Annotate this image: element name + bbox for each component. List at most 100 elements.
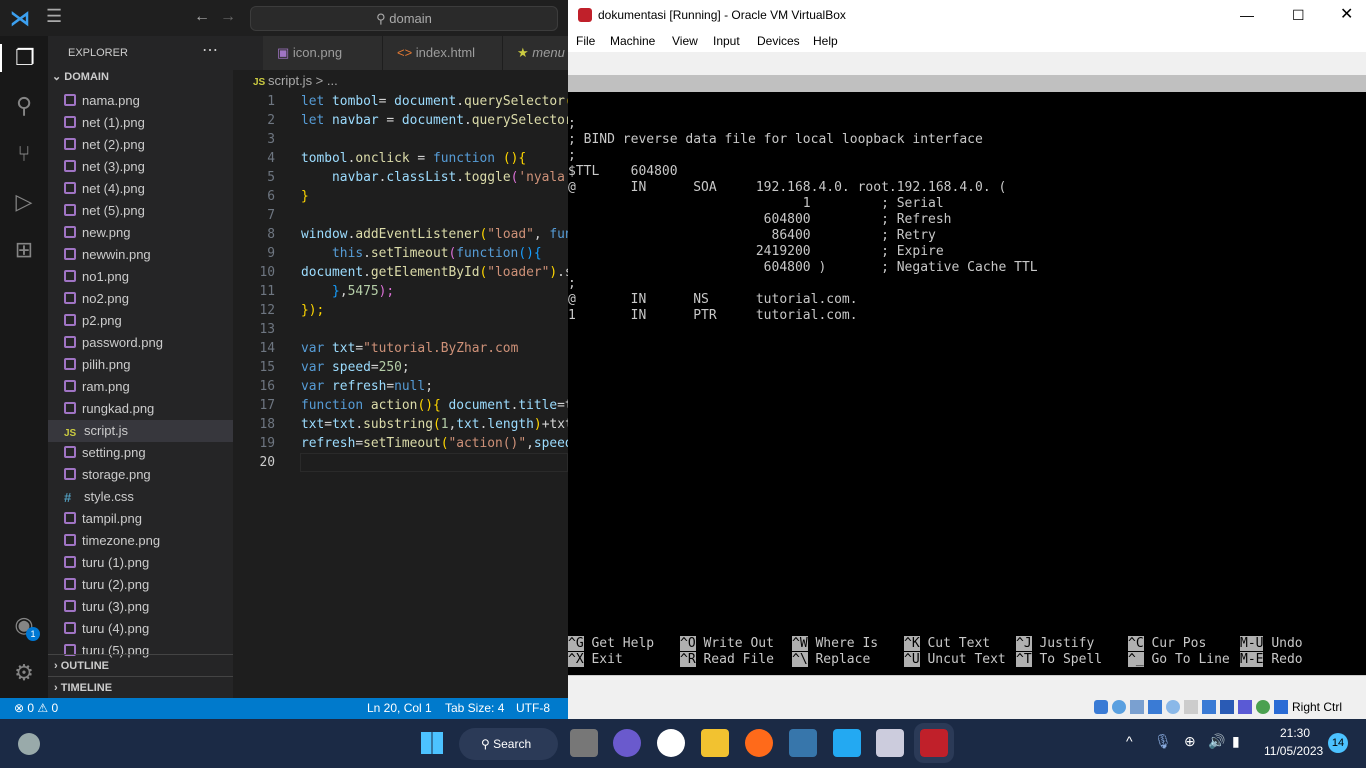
network-icon[interactable]: ⊕: [1184, 733, 1196, 750]
tab-icon-png[interactable]: ▣ icon.png: [263, 36, 383, 70]
encoding[interactable]: UTF-8: [516, 698, 550, 719]
maximize-button[interactable]: ☐: [1292, 0, 1305, 30]
nano-text-line[interactable]: ;: [568, 276, 576, 292]
code-line[interactable]: [301, 320, 568, 339]
menu-machine[interactable]: Machine: [610, 30, 655, 52]
clock-date[interactable]: 11/05/2023: [1264, 744, 1323, 758]
nano-text-line[interactable]: @ IN NS tutorial.com.: [568, 292, 858, 308]
clock-time[interactable]: 21:30: [1280, 726, 1310, 740]
file-item[interactable]: net (1).png: [48, 112, 233, 134]
menu-file[interactable]: File: [576, 30, 595, 52]
vscode-taskbar-icon[interactable]: [833, 729, 861, 757]
file-item[interactable]: JS script.js: [48, 420, 233, 442]
command-center-search[interactable]: ⚲ domain: [250, 6, 558, 31]
code-line[interactable]: [301, 206, 568, 225]
teams-chat-icon[interactable]: [613, 729, 641, 757]
file-item[interactable]: storage.png: [48, 464, 233, 486]
code-line[interactable]: this.setTimeout(function(){: [301, 244, 568, 263]
nano-text-line[interactable]: 604800 ) ; Negative Cache TTL: [568, 260, 1038, 276]
microphone-icon[interactable]: 🎙: [1154, 733, 1172, 750]
display-icon[interactable]: [1202, 700, 1216, 714]
code-line[interactable]: },5475);: [301, 282, 568, 301]
code-line[interactable]: window.addEventListener("load", fun: [301, 225, 568, 244]
code-line[interactable]: txt=txt.substring(1,txt.length)+txt: [301, 415, 568, 434]
code-line[interactable]: let tombol= document.querySelector(: [301, 92, 568, 111]
code-line[interactable]: });: [301, 301, 568, 320]
back-arrow-icon[interactable]: ←: [194, 8, 210, 26]
file-item[interactable]: net (5).png: [48, 200, 233, 222]
timeline-section[interactable]: › TIMELINE: [48, 676, 233, 698]
search-icon[interactable]: ⚲: [10, 92, 38, 120]
code-line[interactable]: var speed=250;: [301, 358, 568, 377]
guest-additions-icon[interactable]: [1256, 700, 1270, 714]
shared-folders-icon[interactable]: [1184, 700, 1198, 714]
task-view-icon[interactable]: [570, 729, 598, 757]
code-line[interactable]: document.getElementById("loader").s: [301, 263, 568, 282]
code-line[interactable]: function action(){ document.title=t: [301, 396, 568, 415]
file-item[interactable]: net (2).png: [48, 134, 233, 156]
firefox-icon[interactable]: [745, 729, 773, 757]
file-item[interactable]: pilih.png: [48, 354, 233, 376]
file-item[interactable]: turu (1).png: [48, 552, 233, 574]
outline-section[interactable]: › OUTLINE: [48, 654, 233, 676]
menu-icon[interactable]: ☰: [46, 6, 62, 27]
nano-text-line[interactable]: 1 IN PTR tutorial.com.: [568, 308, 858, 324]
vm-taskbar-icon[interactable]: [914, 723, 954, 763]
file-item[interactable]: net (4).png: [48, 178, 233, 200]
menu-input[interactable]: Input: [713, 30, 740, 52]
taskbar-search[interactable]: ⚲ Search: [459, 728, 558, 760]
file-item[interactable]: rungkad.png: [48, 398, 233, 420]
menu-view[interactable]: View: [672, 30, 698, 52]
extensions-icon[interactable]: ⊞: [10, 236, 38, 264]
problems-indicator[interactable]: ⊗ 0 ⚠ 0: [14, 698, 58, 719]
battery-icon[interactable]: ▮: [1232, 733, 1240, 750]
nano-text-line[interactable]: 86400 ; Retry: [568, 228, 935, 244]
minimize-button[interactable]: —: [1240, 0, 1254, 30]
code-line[interactable]: [301, 130, 568, 149]
virtualbox-taskbar-icon[interactable]: [876, 729, 904, 757]
folder-header-domain[interactable]: ⌄ DOMAIN: [52, 70, 109, 83]
python-icon[interactable]: [789, 729, 817, 757]
settings-gear-icon[interactable]: ⚙: [10, 659, 38, 687]
cpu-virtualization-icon[interactable]: [1238, 700, 1252, 714]
usb-icon[interactable]: [1166, 700, 1180, 714]
menu-devices[interactable]: Devices: [757, 30, 800, 52]
optical-drive-icon[interactable]: [1112, 700, 1126, 714]
nano-text-line[interactable]: 1 ; Serial: [568, 196, 944, 212]
file-explorer-icon[interactable]: [701, 729, 729, 757]
github-desktop-icon[interactable]: [657, 729, 685, 757]
file-item[interactable]: ram.png: [48, 376, 233, 398]
mouse-integration-icon[interactable]: [1274, 700, 1288, 714]
vm-terminal-screen[interactable]: GNU nano 3.2 /etc/bind/db.reverse Modifi…: [568, 75, 1366, 675]
tab-index-html[interactable]: <> index.html: [383, 36, 503, 70]
show-hidden-icons-icon[interactable]: ^: [1126, 733, 1133, 749]
code-line[interactable]: refresh=setTimeout("action()",speed: [301, 434, 568, 453]
file-item[interactable]: setting.png: [48, 442, 233, 464]
nano-text-line[interactable]: ;: [568, 148, 576, 164]
audio-icon[interactable]: [1130, 700, 1144, 714]
file-item[interactable]: new.png: [48, 222, 233, 244]
file-item[interactable]: nama.png: [48, 90, 233, 112]
nano-text-line[interactable]: $TTL 604800: [568, 164, 678, 180]
file-item[interactable]: turu (3).png: [48, 596, 233, 618]
file-item[interactable]: no2.png: [48, 288, 233, 310]
network-icon[interactable]: [1148, 700, 1162, 714]
nano-text-line[interactable]: ; BIND reverse data file for local loopb…: [568, 132, 983, 148]
file-item[interactable]: turu (4).png: [48, 618, 233, 640]
nano-text-line[interactable]: 2419200 ; Expire: [568, 244, 944, 260]
code-line[interactable]: var refresh=null;: [301, 377, 568, 396]
start-button[interactable]: [421, 732, 443, 754]
code-line[interactable]: var txt="tutorial.ByZhar.com: [301, 339, 568, 358]
breadcrumb[interactable]: JS script.js > ...: [233, 70, 338, 92]
cursor-position[interactable]: Ln 20, Col 1: [367, 698, 432, 719]
file-item[interactable]: password.png: [48, 332, 233, 354]
volume-icon[interactable]: 🔊: [1208, 733, 1225, 750]
recording-icon[interactable]: [1220, 700, 1234, 714]
file-item[interactable]: tampil.png: [48, 508, 233, 530]
file-item[interactable]: newwin.png: [48, 244, 233, 266]
file-item[interactable]: turu (2).png: [48, 574, 233, 596]
weather-widget-icon[interactable]: [18, 733, 40, 755]
close-button[interactable]: ✕: [1340, 0, 1353, 30]
file-item[interactable]: # style.css: [48, 486, 233, 508]
tab-menu[interactable]: ★ menu: [503, 36, 568, 70]
